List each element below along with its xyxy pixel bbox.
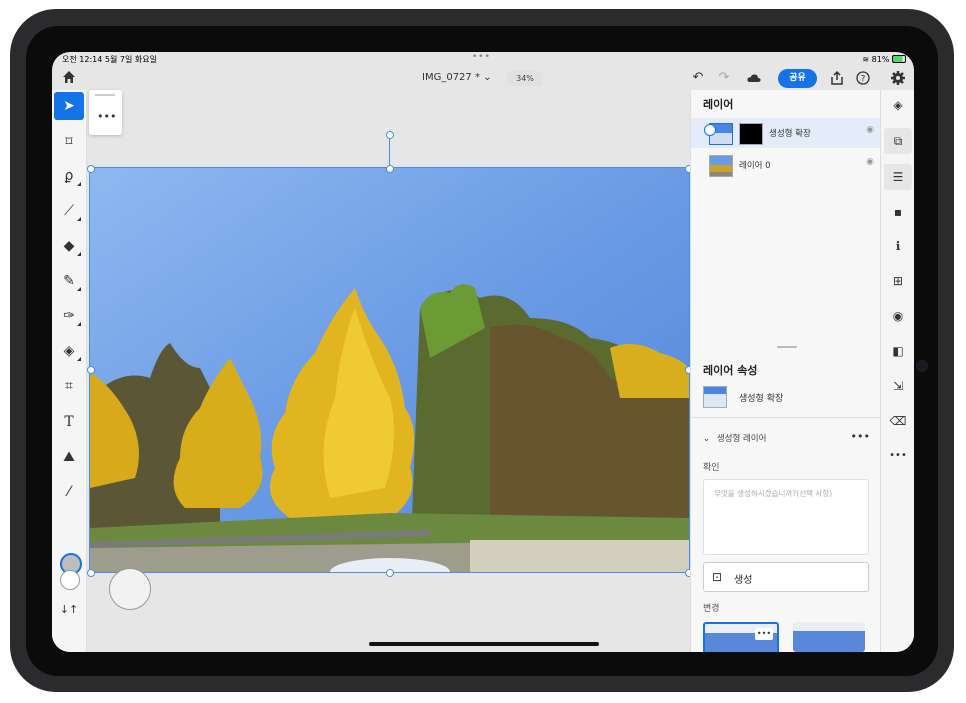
resize-handle-bottom-left[interactable] bbox=[87, 569, 95, 577]
divider bbox=[691, 417, 880, 418]
svg-text:?: ? bbox=[861, 75, 866, 85]
layer-row-generative-expand[interactable]: 생성형 확장 ◉ bbox=[691, 118, 880, 148]
smudge-icon[interactable]: ✑ bbox=[54, 302, 84, 330]
fill-icon[interactable]: ◈ bbox=[54, 337, 84, 365]
generative-layer-section-toggle[interactable]: ⌄ 생성형 레이어 bbox=[703, 432, 766, 444]
properties-layer-thumb bbox=[703, 386, 727, 408]
brush-icon[interactable]: ⟋ bbox=[54, 197, 84, 225]
import-icon[interactable]: ⇲ bbox=[884, 373, 912, 399]
layer-mask-thumb bbox=[739, 123, 763, 145]
prompt-input[interactable]: 무엇을 생성하시겠습니까?(선택 사항) bbox=[703, 479, 869, 555]
adjust-icon[interactable]: ⛰ bbox=[54, 443, 84, 471]
app-screen: 오전 12:14 5월 7일 화요일 ••• ≋ 81% IMG_0727 * … bbox=[52, 52, 914, 652]
visibility-eye-icon[interactable]: ◉ bbox=[866, 157, 874, 167]
undo-icon[interactable]: ↶ bbox=[690, 70, 706, 86]
panel-resize-handle[interactable] bbox=[777, 346, 797, 348]
wifi-icon: ≋ bbox=[862, 55, 870, 64]
generate-label: 생성 bbox=[734, 575, 753, 586]
variation-thumb-1[interactable]: ••• bbox=[703, 622, 779, 652]
battery-icon bbox=[892, 55, 906, 63]
generate-button[interactable]: ⊡ 생성 bbox=[703, 562, 869, 592]
variations-label: 변경 bbox=[703, 604, 720, 614]
canvas-area[interactable]: ••• bbox=[87, 90, 693, 652]
multitask-dots-icon[interactable]: ••• bbox=[472, 52, 491, 62]
resize-handle-top[interactable] bbox=[386, 165, 394, 173]
select-arrow-icon[interactable]: ➤ bbox=[54, 92, 84, 120]
popover-handle bbox=[95, 94, 115, 96]
eyedropper-icon[interactable]: ⁄ bbox=[54, 478, 84, 506]
document-name[interactable]: IMG_0727 * ⌄ bbox=[422, 72, 492, 83]
text-icon[interactable]: T bbox=[54, 408, 84, 436]
more-icon[interactable]: ••• bbox=[884, 443, 912, 469]
transform-icon[interactable]: ⌑ bbox=[54, 128, 84, 156]
tools-panel: ➤ ⌑ ϼ ⟋ ◆ ✎ ✑ ◈ ⌗ T ⛰ ⁄ ↓↑ bbox=[52, 90, 87, 652]
section-more-icon[interactable]: ••• bbox=[851, 430, 870, 443]
eraser-icon[interactable]: ◆ bbox=[54, 232, 84, 260]
adjustments-icon[interactable]: ☰ bbox=[884, 164, 912, 190]
redo-icon[interactable]: ↷ bbox=[716, 70, 732, 86]
status-time: 오전 12:14 5월 7일 화요일 bbox=[62, 55, 157, 64]
canvas-image[interactable] bbox=[89, 167, 690, 573]
background-color-swatch[interactable] bbox=[60, 570, 80, 590]
layer-properties-icon[interactable]: ⧉ bbox=[884, 128, 912, 154]
layers-icon[interactable]: ◈ bbox=[884, 92, 912, 118]
right-rail: ◈ ⧉ ☰ ▪ ℹ ⊞ ◉ ◧ ⇲ ⌫ ••• bbox=[880, 90, 914, 652]
layer-name: 생성형 확장 bbox=[769, 129, 811, 139]
layer-row-layer-0[interactable]: 레이어 0 ◉ bbox=[691, 150, 880, 180]
top-bar: IMG_0727 * ⌄ 34% ↶ ↷ 공유 ? bbox=[52, 66, 914, 90]
camera-icon bbox=[916, 360, 928, 372]
add-layer-icon[interactable]: ⊞ bbox=[884, 268, 912, 294]
generative-badge-icon bbox=[704, 124, 716, 136]
rotate-handle[interactable] bbox=[386, 131, 394, 139]
variation-thumb-2[interactable] bbox=[793, 622, 865, 652]
properties-layer-info: 생성형 확장 bbox=[703, 386, 873, 410]
prompt-label: 확인 bbox=[703, 463, 720, 473]
cloud-icon[interactable] bbox=[746, 70, 762, 86]
crop-icon[interactable]: ⌗ bbox=[54, 372, 84, 400]
touch-modifier-button[interactable] bbox=[109, 568, 151, 610]
visibility-eye-icon[interactable]: ◉ bbox=[866, 125, 874, 135]
swap-icon[interactable]: ↓↑ bbox=[54, 596, 84, 624]
share-button[interactable]: 공유 bbox=[778, 69, 817, 88]
lasso-icon[interactable]: ϼ bbox=[54, 162, 84, 190]
home-icon[interactable] bbox=[61, 69, 77, 85]
canvas-more-popover[interactable]: ••• bbox=[89, 90, 122, 135]
status-bar: 오전 12:14 5월 7일 화요일 ••• ≋ 81% bbox=[52, 52, 914, 66]
home-indicator[interactable] bbox=[369, 642, 599, 646]
layers-panel: 레이어 생성형 확장 ◉ 레이어 0 ◉ 레이어 속성 생성형 확장 ⌄ 생성형… bbox=[690, 90, 880, 652]
resize-handle-bottom[interactable] bbox=[386, 569, 394, 577]
settings-gear-icon[interactable] bbox=[890, 70, 906, 86]
rotate-handle-line bbox=[389, 136, 390, 167]
healing-icon[interactable]: ✎ bbox=[54, 267, 84, 295]
layer-name: 레이어 0 bbox=[739, 161, 771, 171]
visibility-icon[interactable]: ◉ bbox=[884, 303, 912, 329]
prompt-placeholder: 무엇을 생성하시겠습니까?(선택 사항) bbox=[714, 489, 833, 498]
generative-layer-section-title: 생성형 레이어 bbox=[716, 434, 767, 444]
layer-properties-title: 레이어 속성 bbox=[703, 364, 758, 377]
help-icon[interactable]: ? bbox=[855, 70, 871, 86]
zoom-level[interactable]: 34% bbox=[507, 71, 543, 86]
layer-thumb bbox=[709, 155, 733, 177]
status-battery: ≋ 81% bbox=[862, 54, 906, 64]
info-icon[interactable]: ℹ bbox=[884, 233, 912, 259]
variation-more-icon[interactable]: ••• bbox=[755, 628, 773, 640]
comments-icon[interactable]: ▪ bbox=[884, 199, 912, 225]
photo-render bbox=[90, 168, 689, 572]
resize-handle-left[interactable] bbox=[87, 366, 95, 374]
more-dots-icon[interactable]: ••• bbox=[97, 110, 116, 123]
export-icon[interactable] bbox=[829, 70, 845, 86]
generate-icon: ⊡ bbox=[712, 570, 723, 584]
properties-layer-name: 생성형 확장 bbox=[739, 394, 784, 404]
resize-handle-top-left[interactable] bbox=[87, 165, 95, 173]
eraser-rail-icon[interactable]: ⌫ bbox=[884, 408, 912, 434]
chevron-down-icon: ⌄ bbox=[703, 434, 711, 444]
battery-level: 81% bbox=[871, 55, 890, 64]
layers-title: 레이어 bbox=[703, 98, 734, 111]
mask-icon[interactable]: ◧ bbox=[884, 338, 912, 364]
